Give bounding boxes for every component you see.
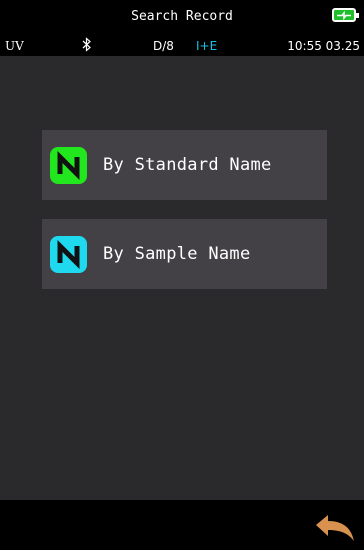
geometry-indicator: D/8 bbox=[153, 39, 174, 53]
by-sample-name-label: By Sample Name bbox=[103, 244, 251, 264]
by-standard-name-label: By Standard Name bbox=[103, 155, 272, 175]
battery-charging-icon bbox=[332, 8, 359, 22]
back-arrow-icon bbox=[316, 515, 354, 541]
by-standard-name-button[interactable]: By Standard Name bbox=[42, 130, 327, 200]
sample-name-icon bbox=[50, 236, 87, 273]
page-title: Search Record bbox=[131, 9, 233, 24]
uv-indicator: UV bbox=[5, 39, 24, 53]
standard-name-icon bbox=[50, 147, 87, 184]
by-sample-name-button[interactable]: By Sample Name bbox=[42, 219, 327, 289]
back-button[interactable] bbox=[314, 512, 356, 544]
title-bar: Search Record bbox=[0, 0, 364, 34]
status-bar: UV D/8 I+E 10:55 03.25 bbox=[0, 34, 364, 56]
bottom-bar bbox=[0, 500, 364, 550]
clock: 10:55 03.25 bbox=[287, 39, 360, 53]
bluetooth-icon bbox=[82, 37, 92, 55]
measure-mode-indicator: I+E bbox=[196, 39, 218, 53]
